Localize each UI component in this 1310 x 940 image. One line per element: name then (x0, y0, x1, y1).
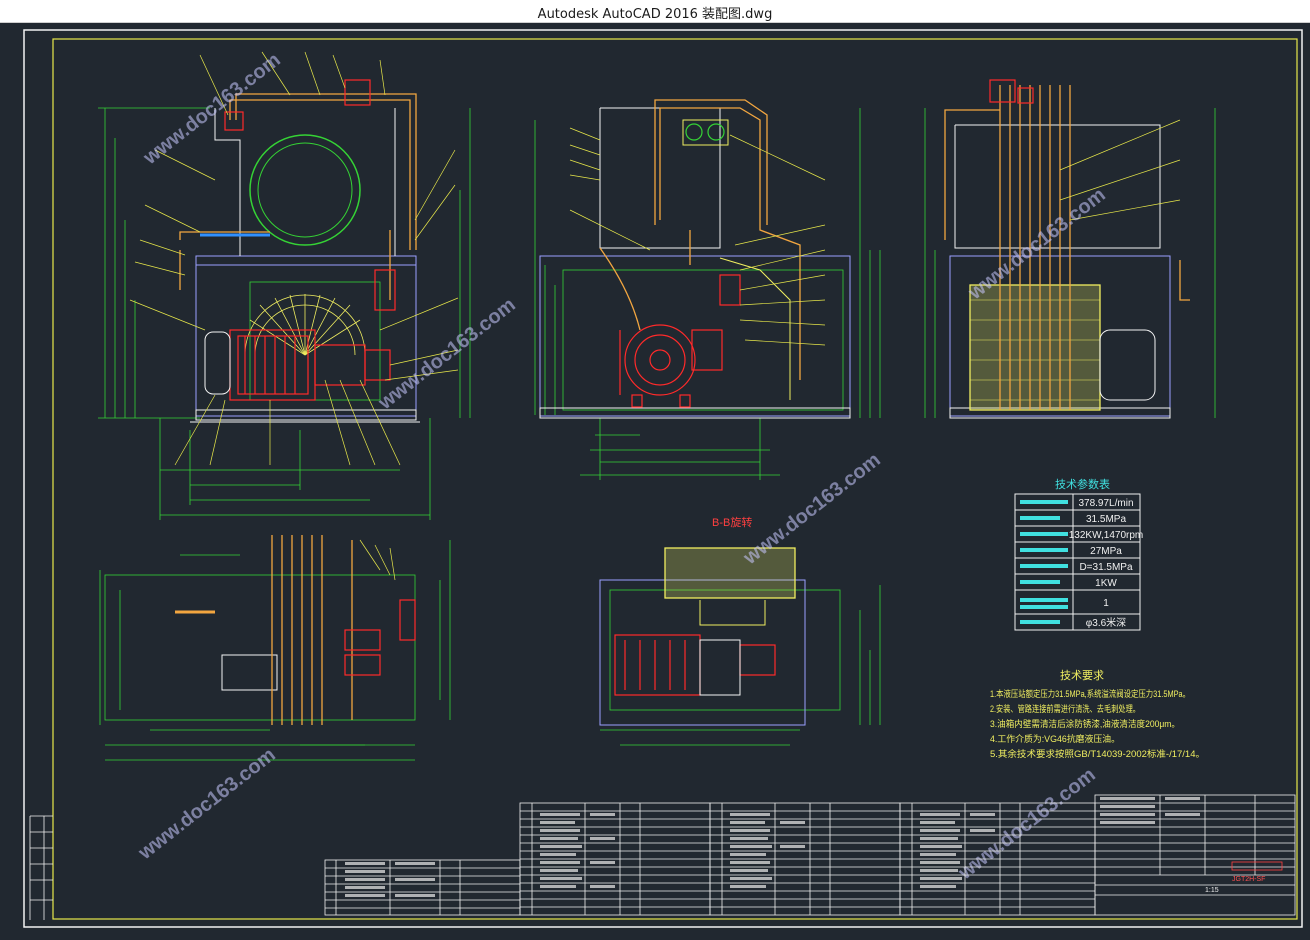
tech-req-item: 4.工作介质为:VG46抗磨液压油。 (990, 733, 1120, 744)
tech-req-item: 5.其余技术要求按照GB/T14039-2002标准-/17/14。 (990, 748, 1205, 759)
binding-margin (29, 815, 53, 920)
tech-req-item: 3.油箱内壁需清洁后涂防锈漆,油液清洁度200μm。 (990, 718, 1180, 729)
title-block-name (1231, 861, 1283, 871)
watermark-group: www.doc163.com www.doc163.com www.doc163… (134, 49, 1110, 885)
tech-requirements: 技术要求 1.本液压站额定压力31.5MPa,系统溢流阀设定压力31.5MPa。… (990, 669, 1205, 759)
tech-param-title: 技术参数表 (1055, 477, 1110, 491)
param-value: 27MPa (1090, 546, 1122, 557)
tech-param-table[interactable]: 技术参数表 378.97L/min 31.5MPa 132KW,1470rpm … (1014, 477, 1144, 631)
param-value: D=31.5MPa (1079, 562, 1133, 573)
top-view[interactable] (99, 535, 451, 761)
param-value: 378.97L/min (1078, 498, 1133, 509)
param-value: 1KW (1095, 578, 1117, 589)
watermark: www.doc163.com (374, 294, 520, 415)
front-view[interactable] (98, 51, 471, 520)
section-view[interactable]: B-B旋转 (599, 515, 881, 746)
parts-list-text (345, 797, 1200, 897)
watermark: www.doc163.com (739, 449, 885, 570)
param-value: φ3.6米深 (1086, 616, 1126, 629)
param-value: 31.5MPa (1086, 514, 1126, 525)
watermark: www.doc163.com (954, 764, 1100, 885)
watermark: www.doc163.com (134, 744, 280, 865)
section-label: B-B旋转 (712, 515, 752, 529)
watermark: www.doc163.com (139, 49, 285, 170)
param-value: 1 (1103, 598, 1109, 609)
drawing-number: JGT2H-SF (1232, 876, 1265, 883)
right-view[interactable] (924, 79, 1216, 419)
tech-req-title: 技术要求 (1060, 669, 1104, 682)
drawing-canvas[interactable]: B-B旋转 www.doc163.com www.doc163.com www.… (0, 22, 1310, 935)
side-view[interactable] (534, 99, 881, 480)
tech-req-item: 2.安装、管路连接前需进行清洗、去毛刺处理。 (990, 703, 1140, 714)
tech-req-item: 1.本液压站额定压力31.5MPa,系统溢流阀设定压力31.5MPa。 (990, 688, 1190, 699)
drawing-scale: 1:15 (1205, 887, 1219, 894)
title-bar: Autodesk AutoCAD 2016 装配图.dwg (0, 0, 1310, 23)
window-title: Autodesk AutoCAD 2016 装配图.dwg (537, 7, 773, 22)
param-value: 132KW,1470rpm (1069, 530, 1144, 541)
